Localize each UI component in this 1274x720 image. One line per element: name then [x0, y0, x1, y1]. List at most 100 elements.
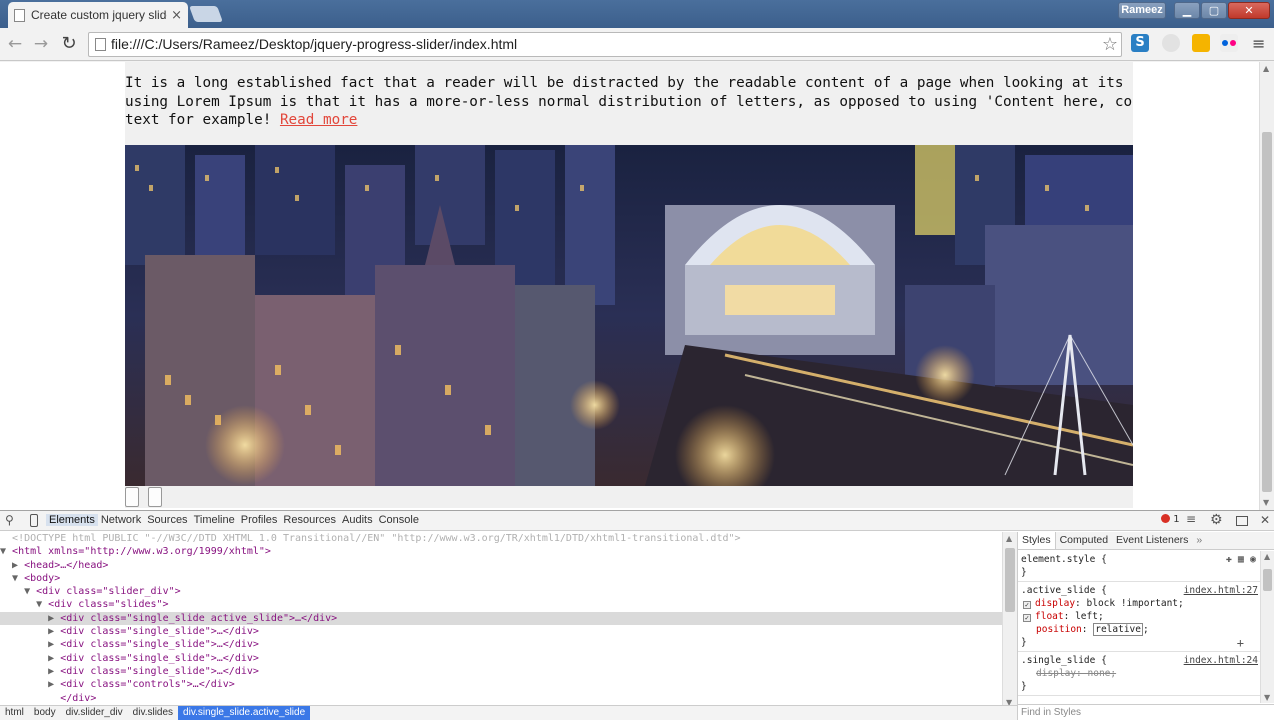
new-rule-icons[interactable]: ✚ ▦ ◉ [1226, 553, 1256, 566]
active-slide-rule[interactable]: .active_slide { index.html:27 ✓ display: … [1018, 582, 1260, 652]
scroll-down-arrow-icon[interactable]: ▼ [1264, 693, 1270, 702]
url-text[interactable]: file:///C:/Users/Rameez/Desktop/jquery-p… [111, 36, 517, 52]
reload-icon[interactable]: ↻ [58, 34, 80, 54]
devtools-tab-console[interactable]: Console [376, 514, 422, 526]
expand-triangle-icon[interactable]: ▶ [48, 653, 60, 664]
inspect-search-icon[interactable]: ⚲ [5, 513, 14, 527]
expand-triangle-icon[interactable]: ▼ [36, 599, 48, 610]
slider-control-button[interactable] [125, 487, 139, 507]
dom-node[interactable]: ▶ <head>…</head> [0, 559, 1002, 572]
profile-badge[interactable]: Rameez [1118, 2, 1166, 19]
property-value-editor[interactable]: relative [1093, 623, 1143, 636]
dom-node[interactable]: ▶ <div class="controls">…</div> [0, 678, 1002, 691]
forward-icon[interactable]: → [30, 34, 52, 54]
dom-node[interactable]: ▶ <div class="single_slide">…</div> [0, 652, 1002, 665]
tab-computed[interactable]: Computed [1056, 532, 1112, 549]
property-checkbox[interactable]: ✓ [1023, 614, 1031, 622]
property-value[interactable]: block !important; [1087, 598, 1184, 609]
new-tab-button[interactable] [189, 6, 223, 22]
expand-triangle-icon[interactable]: ▶ [48, 613, 60, 624]
expand-triangle-icon[interactable]: ▶ [48, 626, 60, 637]
element-style-rule[interactable]: element.style { ✚ ▦ ◉ } [1018, 551, 1260, 582]
extension-yellow-icon[interactable] [1192, 34, 1210, 52]
dom-node[interactable]: ▼ <body> [0, 572, 1002, 585]
tab-close-icon[interactable]: × [171, 8, 182, 23]
dom-tree[interactable]: <!DOCTYPE html PUBLIC "-//W3C//DTD XHTML… [0, 532, 1002, 708]
dom-node[interactable]: </div> [0, 692, 1002, 705]
dom-node[interactable]: ▶ <div class="single_slide">…</div> [0, 638, 1002, 651]
maximize-button[interactable]: ▢ [1201, 2, 1227, 19]
dom-node[interactable]: ▶ <div class="single_slide">…</div> [0, 625, 1002, 638]
devtools-tab-audits[interactable]: Audits [339, 514, 376, 526]
dom-node[interactable]: ▼ <html xmlns="http://www.w3.org/1999/xh… [0, 545, 1002, 558]
property-value[interactable]: none; [1088, 668, 1117, 679]
read-more-link[interactable]: Read more [280, 112, 357, 128]
show-console-icon[interactable]: ≡ [1186, 512, 1196, 526]
devtools-tab-resources[interactable]: Resources [280, 514, 339, 526]
extension-flickr-icon[interactable] [1220, 34, 1238, 52]
tab-event-listeners[interactable]: Event Listeners [1112, 532, 1192, 549]
minimize-button[interactable]: ▁ [1174, 2, 1200, 19]
property-value[interactable]: left; [1075, 611, 1104, 622]
breadcrumb-item[interactable]: div.slider_div [61, 706, 128, 720]
expand-triangle-icon[interactable]: ▶ [48, 679, 60, 690]
dom-node-selected[interactable]: ▶ <div class="single_slide active_slide"… [0, 611, 1002, 626]
chrome-menu-icon[interactable]: ≡ [1252, 34, 1265, 53]
find-in-styles-input[interactable]: Find in Styles [1018, 704, 1274, 720]
dom-node[interactable]: <!DOCTYPE html PUBLIC "-//W3C//DTD XHTML… [0, 532, 1002, 545]
close-devtools-icon[interactable]: ✕ [1260, 513, 1270, 527]
expand-triangle-icon[interactable]: ▶ [48, 639, 60, 650]
devtools-tab-sources[interactable]: Sources [144, 514, 190, 526]
scrollbar-thumb[interactable] [1262, 132, 1272, 492]
expand-triangle-icon[interactable]: ▶ [12, 560, 24, 571]
scrollbar-thumb[interactable] [1005, 548, 1015, 612]
page-scrollbar[interactable]: ▲ ▼ [1259, 62, 1274, 510]
slider-control-button[interactable] [148, 487, 162, 507]
breadcrumb-item[interactable]: html [0, 706, 29, 720]
property-name[interactable]: position [1036, 624, 1082, 635]
dock-side-icon[interactable] [1236, 516, 1248, 526]
expand-triangle-icon[interactable]: ▼ [0, 546, 12, 557]
tab-styles[interactable]: Styles [1018, 532, 1056, 549]
scrollbar-thumb[interactable] [1263, 569, 1272, 591]
rule-source-link[interactable]: index.html:24 [1184, 654, 1258, 667]
dom-tree-scrollbar[interactable]: ▲ ▼ [1002, 532, 1017, 708]
expand-triangle-icon[interactable]: ▼ [12, 573, 24, 584]
dom-node[interactable]: ▶ <div class="single_slide">…</div> [0, 665, 1002, 678]
back-icon[interactable]: ← [4, 34, 26, 54]
extension-s-icon[interactable]: S [1131, 34, 1149, 52]
devtools-tab-elements[interactable]: Elements [46, 514, 98, 526]
property-name[interactable]: display [1036, 668, 1076, 679]
devtools-tab-network[interactable]: Network [98, 514, 144, 526]
dom-node[interactable]: ▼ <div class="slider_div"> [0, 585, 1002, 598]
property-name[interactable]: display [1035, 598, 1075, 609]
styles-scrollbar[interactable]: ▲ ▼ [1260, 551, 1274, 703]
close-window-button[interactable]: ✕ [1228, 2, 1270, 19]
extension-magnifier-icon[interactable] [1162, 34, 1180, 52]
rule-source-link[interactable]: index.html:27 [1184, 584, 1258, 597]
scroll-up-arrow-icon[interactable]: ▲ [1006, 534, 1012, 543]
error-counter[interactable]: 1 [1161, 514, 1180, 525]
bookmark-star-icon[interactable]: ☆ [1102, 34, 1118, 55]
add-property-icon[interactable]: + [1237, 637, 1244, 650]
scroll-down-arrow-icon[interactable]: ▼ [1263, 498, 1269, 507]
property-name[interactable]: float [1035, 611, 1064, 622]
breadcrumb-item[interactable]: div.slides [128, 706, 178, 720]
address-bar[interactable]: file:///C:/Users/Rameez/Desktop/jquery-p… [88, 32, 1122, 57]
devtools-tab-timeline[interactable]: Timeline [191, 514, 238, 526]
devtools-tab-profiles[interactable]: Profiles [238, 514, 281, 526]
single-slide-rule[interactable]: .single_slide { index.html:24 display: n… [1018, 652, 1260, 696]
scroll-up-arrow-icon[interactable]: ▲ [1263, 64, 1269, 73]
property-checkbox[interactable]: ✓ [1023, 601, 1031, 609]
scroll-up-arrow-icon[interactable]: ▲ [1264, 552, 1270, 561]
expand-triangle-icon[interactable]: ▶ [48, 666, 60, 677]
browser-tab[interactable]: Create custom jquery slide × [8, 2, 188, 28]
settings-gear-icon[interactable]: ⚙ [1210, 512, 1223, 528]
expand-triangle-icon[interactable] [48, 693, 60, 704]
breadcrumb-item[interactable]: body [29, 706, 61, 720]
more-tabs-icon[interactable]: » [1192, 532, 1206, 549]
expand-triangle-icon[interactable]: ▼ [24, 586, 36, 597]
device-mode-icon[interactable] [30, 514, 38, 527]
dom-node[interactable]: ▼ <div class="slides"> [0, 598, 1002, 611]
expand-triangle-icon[interactable] [0, 533, 12, 544]
